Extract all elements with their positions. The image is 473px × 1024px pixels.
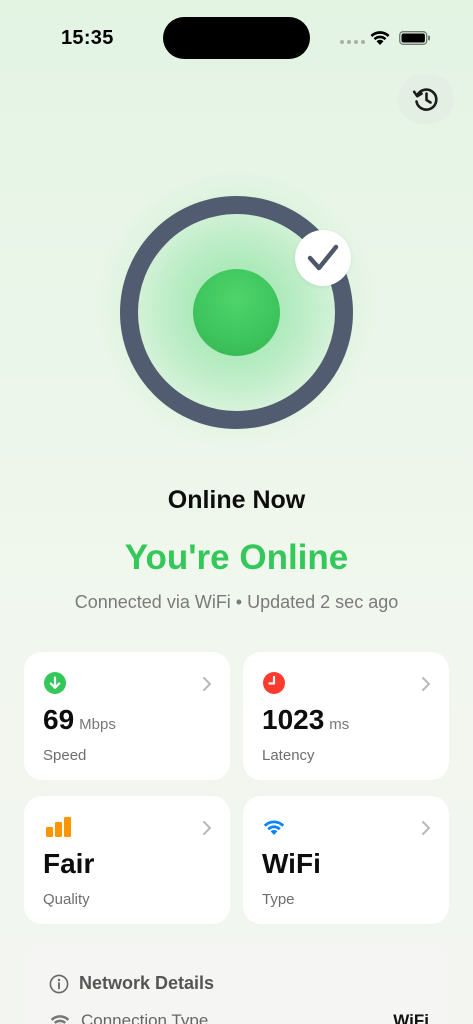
clock-icon bbox=[263, 672, 285, 694]
status-title: Online Now bbox=[167, 486, 306, 514]
wifi-icon bbox=[50, 1015, 70, 1024]
cellular-signal-icon bbox=[340, 40, 365, 44]
wifi-icon bbox=[263, 820, 285, 835]
info-icon bbox=[49, 974, 69, 993]
chevron-right-icon bbox=[422, 677, 430, 691]
speed-unit: Mbps bbox=[79, 716, 116, 733]
wifi-status-icon bbox=[370, 31, 390, 45]
network-details-title: Network Details bbox=[79, 973, 215, 993]
latency-card[interactable]: 1023 ms Latency bbox=[243, 652, 449, 780]
checkmark-icon bbox=[307, 244, 339, 271]
type-label: Type bbox=[262, 891, 295, 908]
status-indicator-dot bbox=[193, 269, 280, 356]
connection-type-label: Connection Type bbox=[81, 1011, 209, 1024]
quality-card[interactable]: Fair Quality bbox=[24, 796, 230, 924]
status-headline: You're Online bbox=[124, 538, 349, 577]
latency-label: Latency bbox=[262, 747, 315, 764]
speed-card[interactable]: 69 Mbps Speed bbox=[24, 652, 230, 780]
speed-label: Speed bbox=[43, 747, 87, 764]
quality-label: Quality bbox=[43, 891, 90, 908]
latency-unit: ms bbox=[329, 716, 350, 733]
network-details-card: Network Details Connection Type WiFi bbox=[24, 945, 449, 1024]
battery-icon bbox=[399, 31, 430, 45]
speed-value: 69 bbox=[43, 704, 75, 735]
status-time: 15:35 bbox=[61, 27, 114, 49]
status-subtext: Connected via WiFi • Updated 2 sec ago bbox=[74, 592, 399, 612]
detail-row-connection-type: Connection Type WiFi bbox=[49, 1011, 429, 1024]
connection-type-value: WiFi bbox=[393, 1011, 429, 1024]
signal-bars-icon bbox=[46, 817, 71, 837]
latency-value: 1023 bbox=[262, 704, 325, 735]
status-bar: 15:35 bbox=[0, 0, 473, 70]
history-icon bbox=[412, 88, 438, 111]
type-card[interactable]: WiFi Type bbox=[243, 796, 449, 924]
chevron-right-icon bbox=[422, 821, 430, 835]
dynamic-island bbox=[163, 17, 310, 59]
chevron-right-icon bbox=[203, 677, 211, 691]
download-icon bbox=[44, 672, 66, 694]
quality-value: Fair bbox=[43, 848, 95, 879]
network-details-header: Network Details bbox=[49, 973, 214, 994]
history-button[interactable] bbox=[398, 74, 454, 124]
type-value: WiFi bbox=[262, 848, 321, 879]
chevron-right-icon bbox=[203, 821, 211, 835]
check-badge bbox=[295, 230, 351, 286]
